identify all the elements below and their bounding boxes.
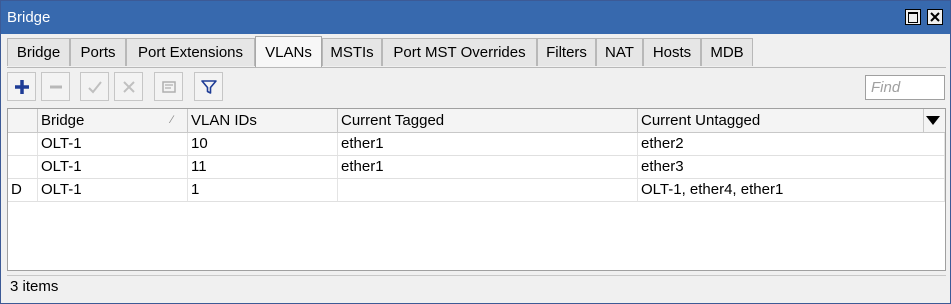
cell-current-tagged: ether1 [338,156,638,178]
maximize-button[interactable] [905,9,921,25]
column-header-bridge[interactable]: Bridge ∕ [38,109,188,132]
cell-bridge: OLT-1 [38,179,188,201]
cell-current-untagged: ether3 [638,156,945,178]
table-row[interactable]: OLT-1 11 ether1 ether3 [8,156,945,179]
tab-nat[interactable]: NAT [596,38,643,66]
table-row[interactable]: OLT-1 10 ether1 ether2 [8,133,945,156]
cell-bridge: OLT-1 [38,133,188,155]
tab-port-mst-overrides[interactable]: Port MST Overrides [382,38,537,66]
tab-ports[interactable]: Ports [70,38,126,66]
add-icon [15,80,29,94]
cell-vlan-ids: 10 [188,133,338,155]
cell-vlan-ids: 11 [188,156,338,178]
bridge-window: Bridge Bridge Ports Port Extensions VLAN… [0,0,951,304]
cell-flag [8,133,38,155]
column-header-current-tagged[interactable]: Current Tagged [338,109,638,132]
title-bar[interactable]: Bridge [1,1,950,34]
close-button[interactable] [927,9,943,25]
filter-icon [201,80,217,94]
column-header-flags[interactable] [8,109,38,132]
disable-button[interactable] [114,72,143,101]
cell-bridge: OLT-1 [38,156,188,178]
tab-vlans[interactable]: VLANs [255,36,322,67]
tab-hosts[interactable]: Hosts [643,38,701,66]
cell-current-tagged: ether1 [338,133,638,155]
column-menu-icon[interactable] [926,116,940,125]
sort-indicator-icon: ∕ [171,114,173,126]
column-header-bridge-label: Bridge [41,112,85,129]
find-input[interactable] [865,75,945,100]
item-count: 3 items [10,278,59,295]
window-title: Bridge [7,9,51,26]
enable-icon [88,81,102,94]
cell-vlan-ids: 1 [188,179,338,201]
vlan-table: Bridge ∕ VLAN IDs Current Tagged Current… [7,108,946,271]
tab-mdb[interactable]: MDB [701,38,753,66]
enable-button[interactable] [80,72,109,101]
comment-icon [162,81,176,93]
tab-mstis[interactable]: MSTIs [322,38,382,66]
filter-button[interactable] [194,72,223,101]
tab-filters[interactable]: Filters [537,38,596,66]
table-header: Bridge ∕ VLAN IDs Current Tagged Current… [8,109,945,133]
table-row[interactable]: D OLT-1 1 OLT-1, ether4, ether1 [8,179,945,202]
disable-icon [123,81,135,93]
column-header-current-untagged[interactable]: Current Untagged [638,109,924,132]
cell-current-tagged [338,179,638,201]
cell-flag [8,156,38,178]
tab-divider [7,67,946,68]
comment-button[interactable] [154,72,183,101]
remove-icon [50,85,62,89]
add-button[interactable] [7,72,36,101]
close-icon [930,12,940,22]
remove-button[interactable] [41,72,70,101]
cell-current-untagged: ether2 [638,133,945,155]
cell-current-untagged: OLT-1, ether4, ether1 [638,179,945,201]
cell-flag: D [8,179,38,201]
status-bar: 3 items [7,275,946,297]
tab-bridge[interactable]: Bridge [7,38,70,66]
tab-port-extensions[interactable]: Port Extensions [126,38,255,66]
column-header-vlan-ids[interactable]: VLAN IDs [188,109,338,132]
